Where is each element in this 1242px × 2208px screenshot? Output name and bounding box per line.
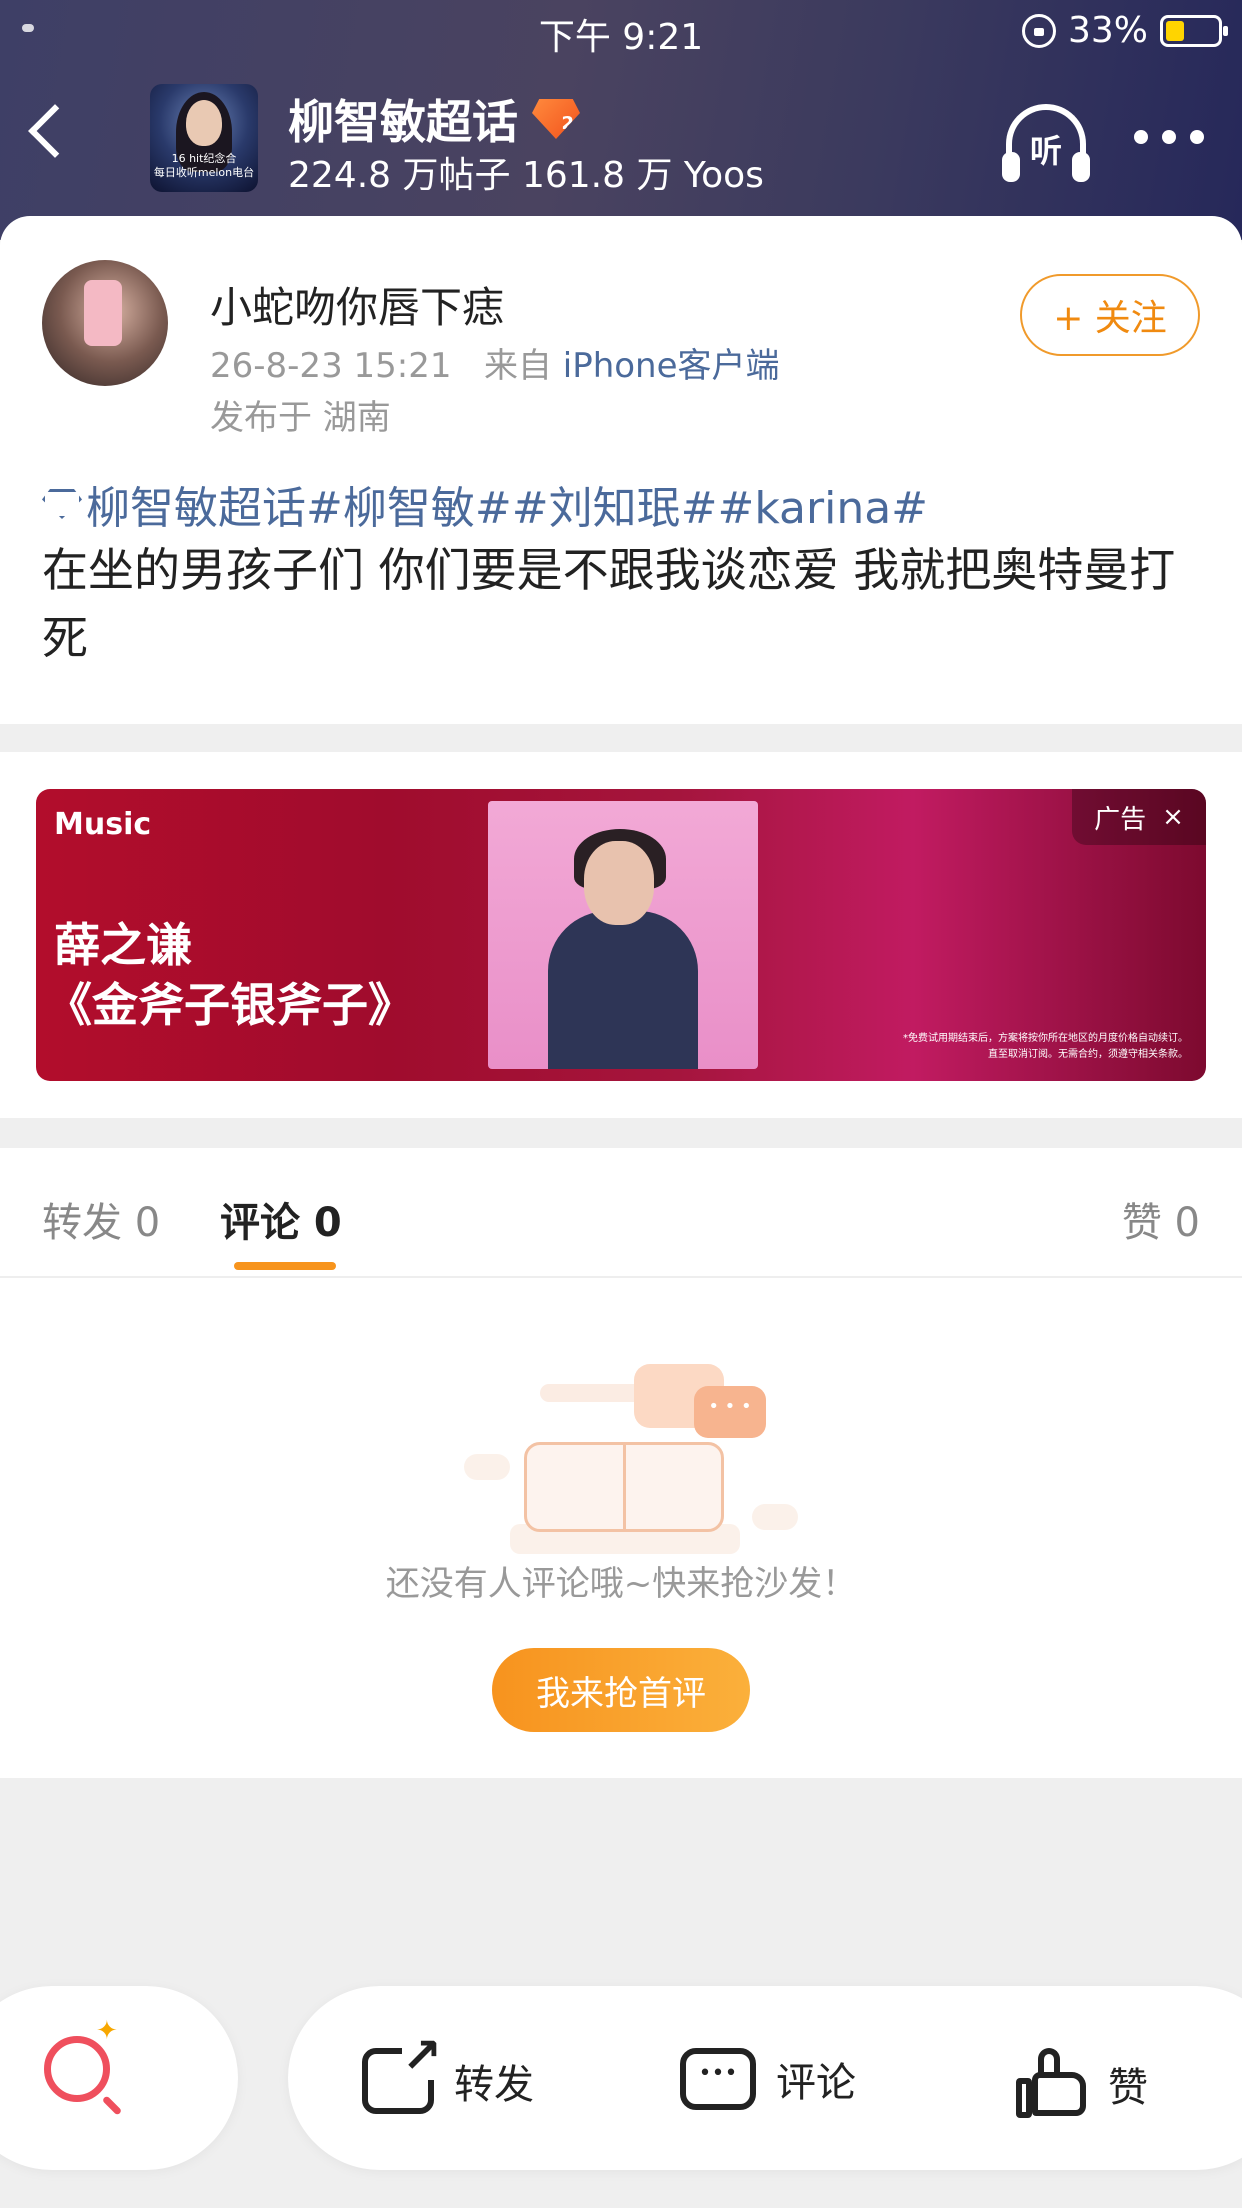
- tab-like[interactable]: 赞 0: [1122, 1190, 1200, 1248]
- interaction-tabs: 转发 0 评论 0 赞 0: [0, 1148, 1242, 1278]
- sofa-illustration: [440, 1344, 820, 1554]
- battery-icon: [1160, 14, 1228, 47]
- ad-banner[interactable]: Music 薛之谦 《金斧子银斧子》 广告 × *免费试用期结束后，方案将按你所…: [36, 789, 1206, 1081]
- diamond-icon: [42, 489, 82, 519]
- topic-avatar[interactable]: 16 hit纪念合 每日收听melon电台: [150, 84, 258, 192]
- action-bar: 转发 ••• 评论 赞: [288, 1986, 1242, 2170]
- ad-section: Music 薛之谦 《金斧子银斧子》 广告 × *免费试用期结束后，方案将按你所…: [0, 752, 1242, 1118]
- tab-comment[interactable]: 评论 0: [220, 1190, 342, 1248]
- empty-comments: 还没有人评论哦~快来抢沙发！ 我来抢首评: [0, 1278, 1242, 1778]
- post-from: 来自: [483, 346, 552, 386]
- post-tags-text[interactable]: 柳智敏超话#柳智敏##刘知珉##karina#: [86, 472, 928, 536]
- post-card: 小蛇吻你唇下痣 26-8-23 15:21 来自 iPhone客户端 发布于 湖…: [0, 216, 1242, 724]
- tab-repost[interactable]: 转发 0: [42, 1190, 160, 1248]
- apple-music-logo: Music: [54, 807, 152, 842]
- listen-label: 听: [1029, 132, 1062, 170]
- repost-label: 转发: [454, 2062, 534, 2108]
- headphones-icon[interactable]: 听: [1002, 104, 1090, 182]
- repost-button[interactable]: 转发: [362, 2032, 534, 2114]
- battery-percent: 33%: [1067, 10, 1148, 51]
- ad-artist: 薛之谦: [54, 918, 192, 972]
- ad-song: 《金斧子银斧子》: [46, 978, 414, 1032]
- empty-message: 还没有人评论哦~快来抢沙发！: [385, 1564, 857, 1604]
- back-icon[interactable]: [28, 104, 82, 158]
- topic-stats: 224.8 万帖子 161.8 万 Yoos: [288, 155, 764, 196]
- more-icon[interactable]: [1134, 130, 1204, 144]
- search-button[interactable]: ✦: [0, 1986, 238, 2170]
- share-icon: [362, 2032, 442, 2114]
- ad-artist-photo: [488, 801, 758, 1069]
- post-location: 发布于 湖南: [210, 398, 391, 438]
- ad-label[interactable]: 广告 ×: [1072, 789, 1206, 845]
- post-text: 在坐的男孩子们 你们要是不跟我谈恋爱 我就把奥特曼打死: [42, 543, 1176, 665]
- tab-active-indicator: [234, 1262, 336, 1270]
- post-meta: 26-8-23 15:21 来自 iPhone客户端: [210, 338, 780, 387]
- post-date: 26-8-23 15:21: [210, 346, 452, 386]
- bottom-bar: ✦ 转发 ••• 评论 赞: [0, 1986, 1242, 2208]
- like-icon: [1016, 2048, 1088, 2120]
- status-bar: 下午 9:21 33%: [0, 0, 1242, 62]
- level-badge: 2: [532, 99, 580, 139]
- topic-title-text: 柳智敏超话: [288, 95, 518, 149]
- status-right: 33%: [1021, 10, 1228, 51]
- post-source[interactable]: iPhone客户端: [563, 346, 780, 386]
- comment-button[interactable]: ••• 评论: [680, 2048, 856, 2110]
- topic-title[interactable]: 柳智敏超话 2: [288, 86, 580, 152]
- rotation-lock-icon: [1021, 13, 1056, 48]
- ad-fine-print: *免费试用期结束后，方案将按你所在地区的月度价格自动续订。 直至取消订阅。无需合…: [903, 1033, 1188, 1060]
- ad-label-text: 广告: [1094, 804, 1147, 835]
- post-tags[interactable]: 柳智敏超话#柳智敏##刘知珉##karina#: [42, 472, 928, 536]
- like-label: 赞: [1108, 2065, 1148, 2111]
- topic-header: 下午 9:21 33% 16 hit纪念合 每日收听melon电台 柳智敏超话 …: [0, 0, 1242, 240]
- like-button[interactable]: 赞: [1016, 2048, 1148, 2120]
- follow-button[interactable]: + 关注: [1020, 274, 1200, 356]
- first-comment-button[interactable]: 我来抢首评: [492, 1648, 750, 1732]
- comment-label: 评论: [776, 2060, 856, 2106]
- topic-avatar-caption: 16 hit纪念合 每日收听melon电台: [153, 152, 255, 179]
- close-icon[interactable]: ×: [1162, 802, 1184, 832]
- avatar[interactable]: [42, 260, 168, 386]
- sparkle-icon: ✦: [96, 2016, 118, 2046]
- user-name[interactable]: 小蛇吻你唇下痣: [210, 274, 504, 335]
- comment-icon: •••: [680, 2048, 756, 2110]
